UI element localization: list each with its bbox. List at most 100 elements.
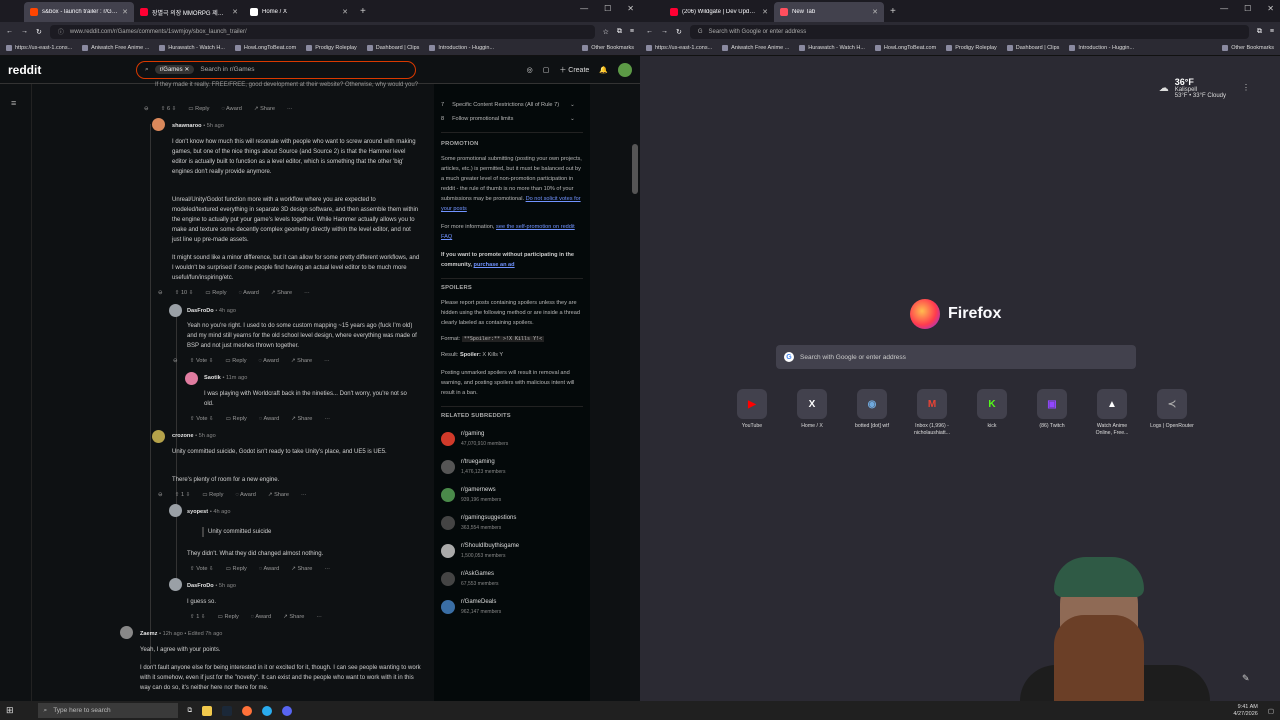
ad-link[interactable]: purchase an ad: [474, 262, 515, 268]
upvote-icon[interactable]: ⇧ 1 ⇩: [190, 612, 206, 622]
collapse-icon[interactable]: ⊖: [158, 490, 163, 500]
bookmark-item[interactable]: Hurawatch - Watch H...: [799, 45, 865, 51]
close-window-icon[interactable]: ✕: [1267, 4, 1274, 13]
back-icon[interactable]: ←: [646, 28, 653, 35]
new-tab-button[interactable]: +: [884, 6, 902, 17]
share-button[interactable]: ↗ Share: [291, 356, 312, 366]
username[interactable]: shawnaroo: [172, 123, 202, 129]
award-button[interactable]: ◌ Award: [259, 356, 279, 366]
shortcut-x[interactable]: X Home / X: [788, 389, 836, 437]
other-bookmarks[interactable]: Other Bookmarks: [582, 45, 634, 51]
username[interactable]: syopest: [187, 509, 208, 515]
minimize-icon[interactable]: —: [1220, 4, 1228, 13]
customize-pencil-icon[interactable]: ✎: [1242, 673, 1256, 687]
windows-start-icon[interactable]: ⊞: [6, 705, 14, 716]
username[interactable]: DasFroDo: [187, 583, 214, 589]
bookmark-item[interactable]: Prodigy Roleplay: [946, 45, 997, 51]
tab-x-home[interactable]: Home / X ✕: [244, 2, 354, 22]
menu-icon[interactable]: ≡: [1270, 28, 1274, 35]
avatar[interactable]: [169, 504, 182, 517]
shortcut-openrouter[interactable]: ≺ Logs | OpenRouter: [1148, 389, 1196, 437]
address-bar[interactable]: ⓘ www.reddit.com/r/Games/comments/1swmjoy…: [49, 24, 595, 39]
extensions-icon[interactable]: ⧉: [1257, 28, 1262, 36]
weather-widget[interactable]: ☁ 36°F Kalispell 53°F • 33°F Cloudy: [1159, 77, 1226, 99]
bookmark-item[interactable]: https://us-east-1.cons...: [646, 45, 712, 51]
bookmark-item[interactable]: Dashboard | Clips: [366, 45, 419, 51]
upvote-icon[interactable]: ⇧ 6 ⇩: [161, 104, 177, 114]
bookmark-item[interactable]: https://us-east-1.cons...: [6, 45, 72, 51]
maximize-icon[interactable]: ☐: [604, 4, 611, 13]
related-subreddit[interactable]: r/gamernews 939,196 members: [441, 481, 583, 509]
award-button[interactable]: ◌ Award: [239, 288, 259, 298]
close-tab-icon[interactable]: ✕: [762, 8, 768, 16]
username[interactable]: DasFroDo: [187, 308, 214, 314]
reply-button[interactable]: ▭ Reply: [226, 414, 247, 424]
tab-reddit[interactable]: s&box - launch trailer : r/Games ✕: [24, 2, 134, 22]
related-subreddit[interactable]: r/truegaming 1,476,123 members: [441, 453, 583, 481]
more-icon[interactable]: ···: [287, 104, 293, 114]
collapse-icon[interactable]: ⊖: [158, 288, 163, 298]
upvote-icon[interactable]: ⇧ Vote ⇩: [190, 356, 214, 366]
shortcut-twitch[interactable]: ▣ (86) Twitch: [1028, 389, 1076, 437]
telegram-icon[interactable]: [262, 705, 273, 716]
subreddit-chip[interactable]: r/Games ✕: [154, 65, 195, 74]
avatar[interactable]: [618, 62, 632, 77]
weather-menu-icon[interactable]: ⋮: [1242, 83, 1250, 92]
share-button[interactable]: ↗ Share: [283, 612, 304, 622]
taskbar-search-input[interactable]: ⌕ Type here to search: [37, 703, 178, 718]
more-icon[interactable]: ···: [324, 414, 330, 424]
reply-button[interactable]: ▭ Reply: [205, 288, 226, 298]
upvote-icon[interactable]: ⇧ Vote ⇩: [190, 414, 214, 424]
username[interactable]: crozone: [172, 433, 193, 439]
award-button[interactable]: ◌ Award: [259, 414, 279, 424]
upvote-icon[interactable]: ⇧ Vote ⇩: [190, 564, 214, 574]
share-button[interactable]: ↗ Share: [291, 414, 312, 424]
more-icon[interactable]: ···: [301, 490, 307, 500]
bookmark-item[interactable]: Introduction - Huggin...: [1069, 45, 1134, 51]
scrollbar[interactable]: [632, 144, 638, 194]
more-icon[interactable]: ···: [324, 564, 330, 574]
upvote-icon[interactable]: ⇧ 10 ⇩: [175, 288, 194, 298]
shortcut-botted[interactable]: ◉ botted [dot] wtf: [848, 389, 896, 437]
reddit-logo[interactable]: reddit: [8, 63, 136, 77]
bookmark-item[interactable]: HowLongToBeat.com: [874, 45, 936, 51]
tab-wildgate[interactable]: (206) Wildgate | Dev Update w ✕: [664, 2, 774, 22]
shortcut-gmail[interactable]: M Inbox (1,996) - nicholaushiatt...: [908, 389, 956, 437]
reply-button[interactable]: ▭ Reply: [202, 490, 223, 500]
bookmark-item[interactable]: Aniwatch Free Anime ...: [722, 45, 789, 51]
rule-item[interactable]: 7 Specific Content Restrictions (All of R…: [441, 98, 583, 112]
notifications-icon[interactable]: 🔔: [599, 66, 608, 74]
rule-item[interactable]: 8 Follow promotional limits ⌄: [441, 112, 583, 126]
collapse-icon[interactable]: ⊖: [144, 104, 149, 114]
close-tab-icon[interactable]: ✕: [232, 8, 238, 16]
reply-button[interactable]: ▭ Reply: [226, 564, 247, 574]
username[interactable]: Saotik: [204, 375, 221, 381]
shortcut-youtube[interactable]: ▶ YouTube: [728, 389, 776, 437]
related-subreddit[interactable]: r/gaming 47,070,910 members: [441, 425, 583, 453]
more-icon[interactable]: ···: [324, 356, 330, 366]
reload-icon[interactable]: ↻: [676, 28, 682, 36]
firefox-icon[interactable]: [242, 705, 253, 716]
system-clock[interactable]: 9:41 AM 4/27/2026: [1233, 704, 1257, 718]
avatar[interactable]: [169, 304, 182, 317]
shortcut-kick[interactable]: Kkick: [968, 389, 1016, 437]
other-bookmarks[interactable]: Other Bookmarks: [1222, 45, 1274, 51]
file-explorer-icon[interactable]: [202, 705, 213, 716]
related-subreddit[interactable]: r/GameDeals 962,147 members: [441, 593, 583, 621]
tab-new-tab[interactable]: New Tab ✕: [774, 2, 884, 22]
extensions-icon[interactable]: ⧉: [617, 28, 622, 36]
close-tab-icon[interactable]: ✕: [872, 8, 878, 16]
share-button[interactable]: ↗ Share: [271, 288, 292, 298]
username[interactable]: Zaemz: [140, 631, 157, 637]
reddit-search-input[interactable]: ⌕ r/Games ✕ Search in r/Games: [136, 60, 416, 79]
back-icon[interactable]: ←: [6, 28, 13, 35]
close-window-icon[interactable]: ✕: [627, 4, 634, 13]
upvote-icon[interactable]: ⇧ 1 ⇩: [175, 490, 191, 500]
address-bar[interactable]: G Search with Google or enter address: [689, 24, 1249, 39]
more-icon[interactable]: ···: [304, 288, 310, 298]
tab-korean-video[interactable]: 장별극 의장 MMORPG 제작은... ✕: [134, 2, 244, 22]
menu-hamburger-icon[interactable]: ≡: [11, 98, 16, 108]
bookmark-item[interactable]: Dashboard | Clips: [1006, 45, 1059, 51]
award-button[interactable]: ◌ Award: [259, 564, 279, 574]
reload-icon[interactable]: ↻: [36, 28, 42, 36]
